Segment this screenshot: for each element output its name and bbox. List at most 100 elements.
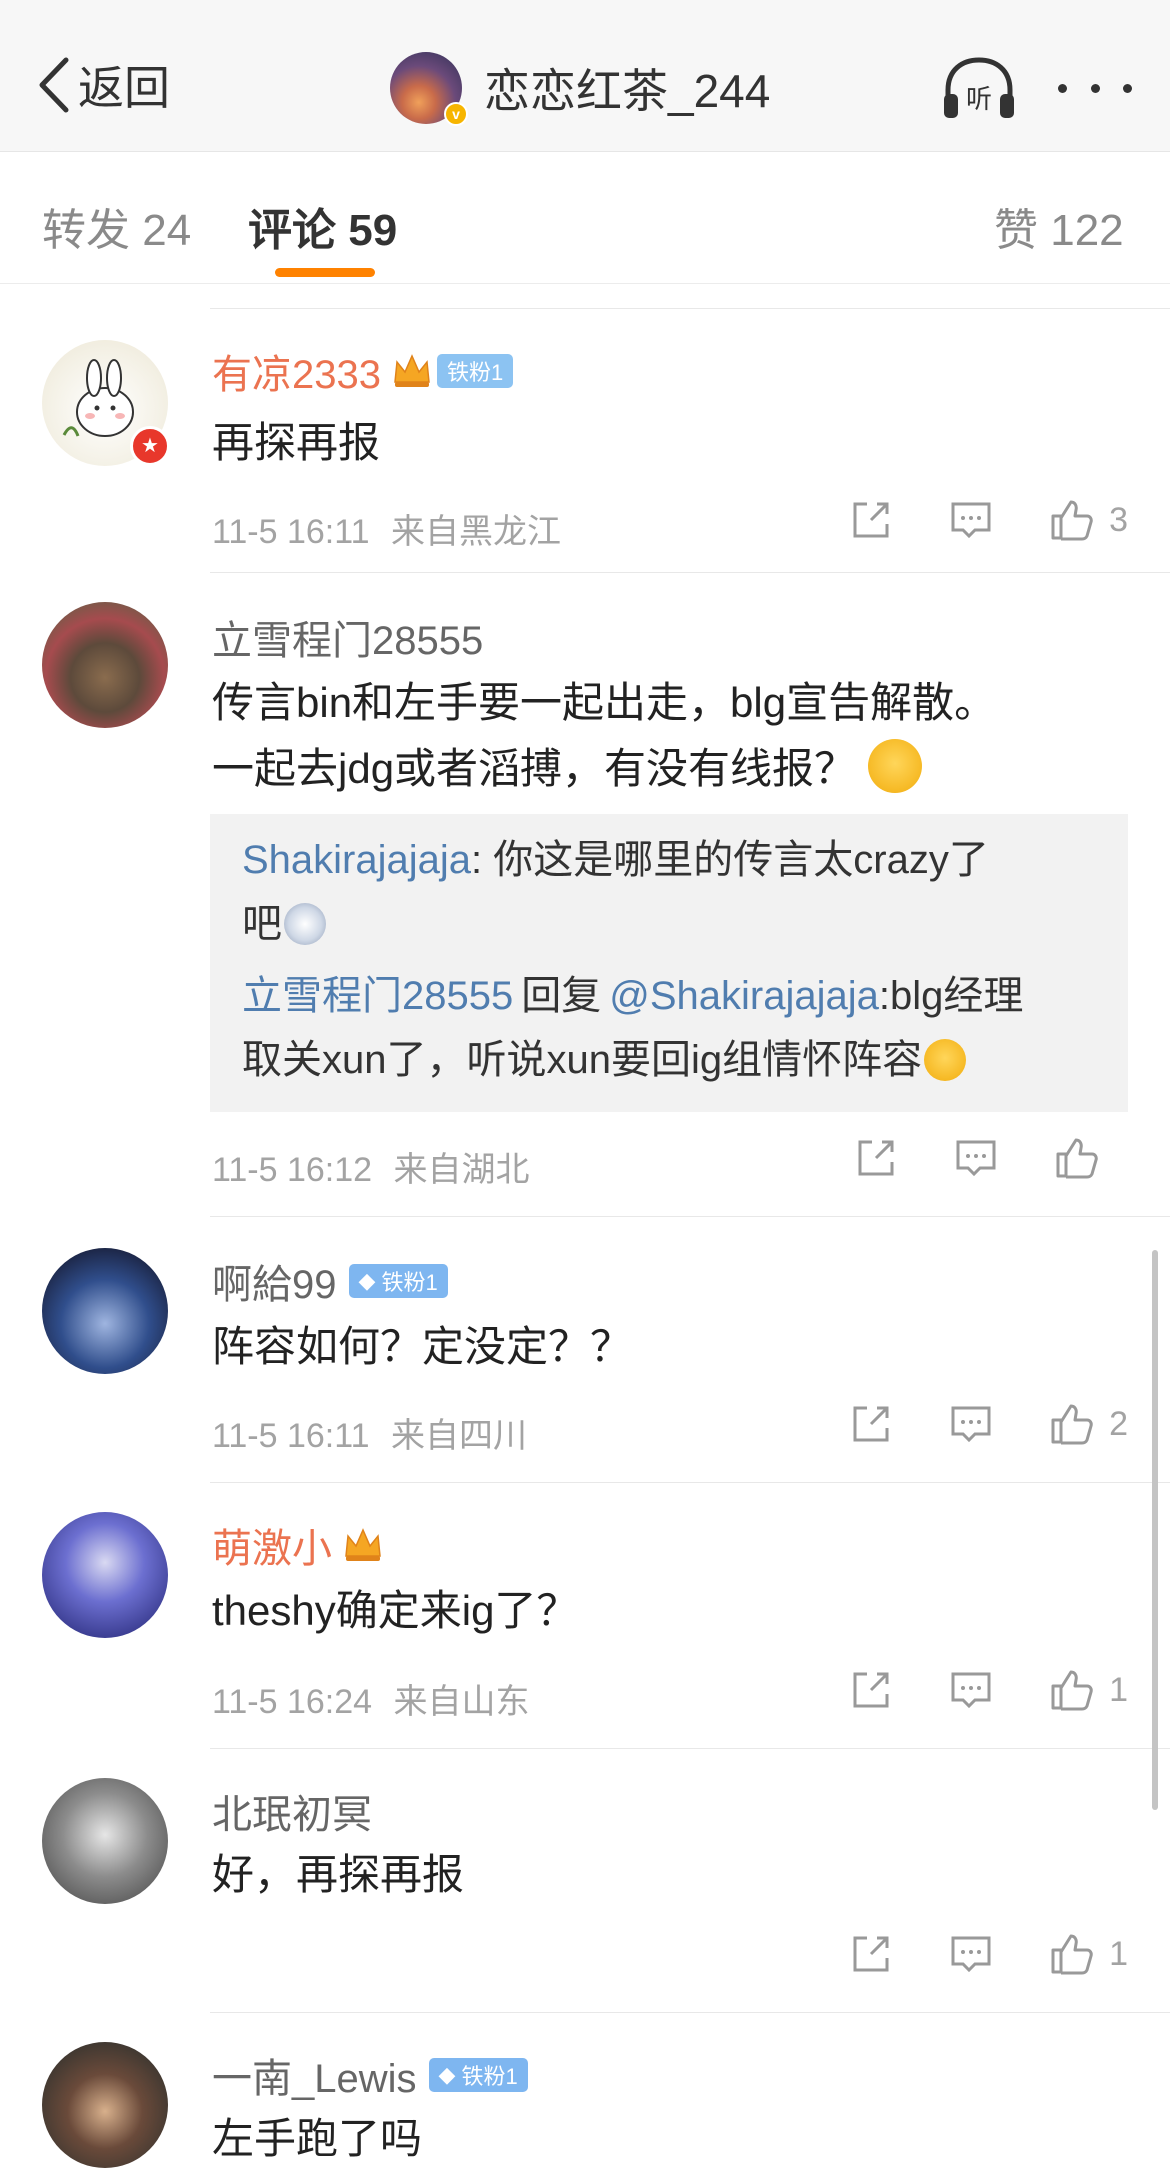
smile-emoji-icon [924, 1039, 967, 1081]
author-name: 北珉初冥 [212, 1793, 372, 1837]
reply-text: 取关xun了，听说xun要回ig组情怀阵容 [242, 1038, 923, 1082]
author-avatar[interactable]: v [390, 52, 468, 126]
avatar[interactable] [42, 602, 168, 728]
comment-actions: 1 [795, 1666, 1128, 1714]
laugh-emoji-icon [868, 739, 923, 793]
author-name: 有凉2333 [212, 353, 381, 397]
crown-icon [345, 1528, 381, 1561]
crown-icon [394, 354, 430, 387]
comment-author[interactable]: 有凉2333 铁粉1 [212, 342, 514, 400]
author-name: 啊給99 [212, 1263, 337, 1307]
like-count: 2 [1109, 1404, 1128, 1443]
avatar[interactable] [42, 2042, 168, 2168]
comment-icon[interactable] [947, 496, 995, 544]
like-icon[interactable] [1047, 496, 1095, 544]
avatar[interactable] [42, 1778, 168, 1904]
author-name: 萌激小 [212, 1527, 332, 1571]
dot [1090, 83, 1100, 93]
comment-text: theshy确定来ig了？ [212, 1587, 579, 1634]
dog-emoji-icon [284, 903, 326, 945]
comment-text-line1: 传言bin和左手要一起出走，blg宣告解散。 [212, 679, 997, 726]
comment-author[interactable]: 北珉初冥 [212, 1782, 372, 1840]
reply-text: 吧 [242, 902, 282, 946]
comment-text-line2-body: 一起去jdg或者滔搏，有没有线报？ [212, 745, 857, 792]
reply-item: Shakirajajaja: 你这是哪里的传言太crazy了 [242, 828, 1096, 892]
comment-text: 好，再探再报 [212, 1851, 465, 1898]
comment-icon[interactable] [947, 1666, 995, 1714]
share-icon[interactable] [847, 1400, 895, 1448]
fan-level-text: 铁粉1 [381, 1270, 438, 1295]
back-label: 返回 [78, 62, 170, 114]
author-name: 一南_Lewis [212, 2057, 417, 2101]
fan-level-badge: 铁粉1 [436, 354, 514, 388]
like-icon[interactable] [1047, 1666, 1095, 1714]
reply-word: 回复 [521, 974, 602, 1018]
comment-text: 阵容如何？定没定？？ [212, 1323, 633, 1370]
comment-author[interactable]: 一南_Lewis ◆ 铁粉1 [212, 2046, 528, 2104]
comment-location: 来自山东 [393, 1683, 530, 1721]
like-count: 1 [1109, 1934, 1128, 1973]
comment-text: 再探再报 [212, 419, 381, 466]
tab-bar: 转发 24 评论 59 赞 122 [0, 152, 1170, 284]
page-title[interactable]: v 恋恋红茶_244 [390, 50, 770, 126]
more-dots-icon[interactable] [1058, 70, 1132, 106]
divider [210, 572, 1170, 573]
comment-time: 11-5 16:11 [212, 513, 370, 551]
comment-author[interactable]: 啊給99 ◆ 铁粉1 [212, 1252, 448, 1310]
tab-reposts[interactable]: 转发 24 [42, 194, 191, 258]
top-nav-bar: 返回 v 恋恋红茶_244 听 [0, 0, 1170, 152]
comment-location: 来自湖北 [393, 1151, 530, 1189]
divider [210, 308, 1170, 309]
divider [210, 1482, 1170, 1483]
comment-author[interactable]: 立雪程门28555 [212, 608, 483, 666]
reply-thread[interactable]: Shakirajajaja: 你这是哪里的传言太crazy了 吧 立雪程门285… [210, 814, 1128, 1112]
back-button[interactable]: 返回 [34, 52, 170, 118]
reply-item: 取关xun了，听说xun要回ig组情怀阵容 [242, 1028, 1096, 1092]
share-icon[interactable] [847, 1666, 895, 1714]
comment-meta: 11-5 16:11 来自四川 [212, 1408, 527, 1457]
divider [210, 1748, 1170, 1749]
avatar[interactable] [42, 1512, 168, 1638]
reply-text: :blg经理 [878, 974, 1024, 1018]
svg-text:听: 听 [966, 85, 992, 115]
comment-location: 来自四川 [391, 1417, 527, 1455]
comment-text: 左手跑了吗 [212, 2115, 423, 2162]
verified-badge: v [444, 102, 468, 126]
reply-target[interactable]: @Shakirajajaja [609, 974, 879, 1018]
share-icon[interactable] [847, 496, 895, 544]
fan-level-badge: ◆ 铁粉1 [428, 2058, 528, 2092]
active-tab-indicator [275, 268, 375, 277]
like-icon[interactable] [1047, 1400, 1095, 1448]
comment-icon[interactable] [952, 1134, 1000, 1182]
comment-meta: 11-5 16:11 来自黑龙江 [212, 504, 561, 553]
like-count: 3 [1109, 500, 1128, 539]
author-name: 恋恋红茶_244 [484, 65, 771, 117]
tab-likes[interactable]: 赞 122 [994, 194, 1124, 258]
headphones-listen-icon[interactable]: 听 [940, 56, 1018, 122]
comment-time: 11-5 16:12 [212, 1151, 373, 1189]
comment-actions: 3 [795, 496, 1128, 544]
comment-actions: 1 [795, 1930, 1128, 1978]
reply-item: 立雪程门28555 回复 @Shakirajajaja:blg经理 [242, 964, 1096, 1028]
share-icon[interactable] [847, 1930, 895, 1978]
like-icon[interactable] [1047, 1930, 1095, 1978]
avatar[interactable] [42, 1248, 168, 1374]
comment-actions: 2 [795, 1400, 1128, 1448]
like-count: 1 [1109, 1670, 1128, 1709]
tab-comments[interactable]: 评论 59 [248, 194, 397, 258]
share-icon[interactable] [852, 1134, 900, 1182]
reply-user[interactable]: Shakirajajaja [242, 838, 471, 882]
comment-author[interactable]: 萌激小 [212, 1516, 384, 1574]
comment-icon[interactable] [947, 1400, 995, 1448]
comment-text-line2: 一起去jdg或者滔搏，有没有线报？ [212, 736, 923, 802]
fan-level-text: 铁粉1 [461, 2064, 518, 2089]
reply-text: : 你这是哪里的传言太crazy了 [471, 838, 989, 882]
dot [1058, 83, 1067, 93]
comment-icon[interactable] [947, 1930, 995, 1978]
scrollbar[interactable] [1152, 1250, 1158, 1810]
like-icon[interactable] [1052, 1134, 1100, 1182]
comment-meta: 11-5 16:24 来自山东 [212, 1674, 530, 1723]
dot [1123, 83, 1132, 93]
reply-user[interactable]: 立雪程门28555 [242, 974, 513, 1018]
star-badge-icon: ★ [130, 426, 170, 466]
